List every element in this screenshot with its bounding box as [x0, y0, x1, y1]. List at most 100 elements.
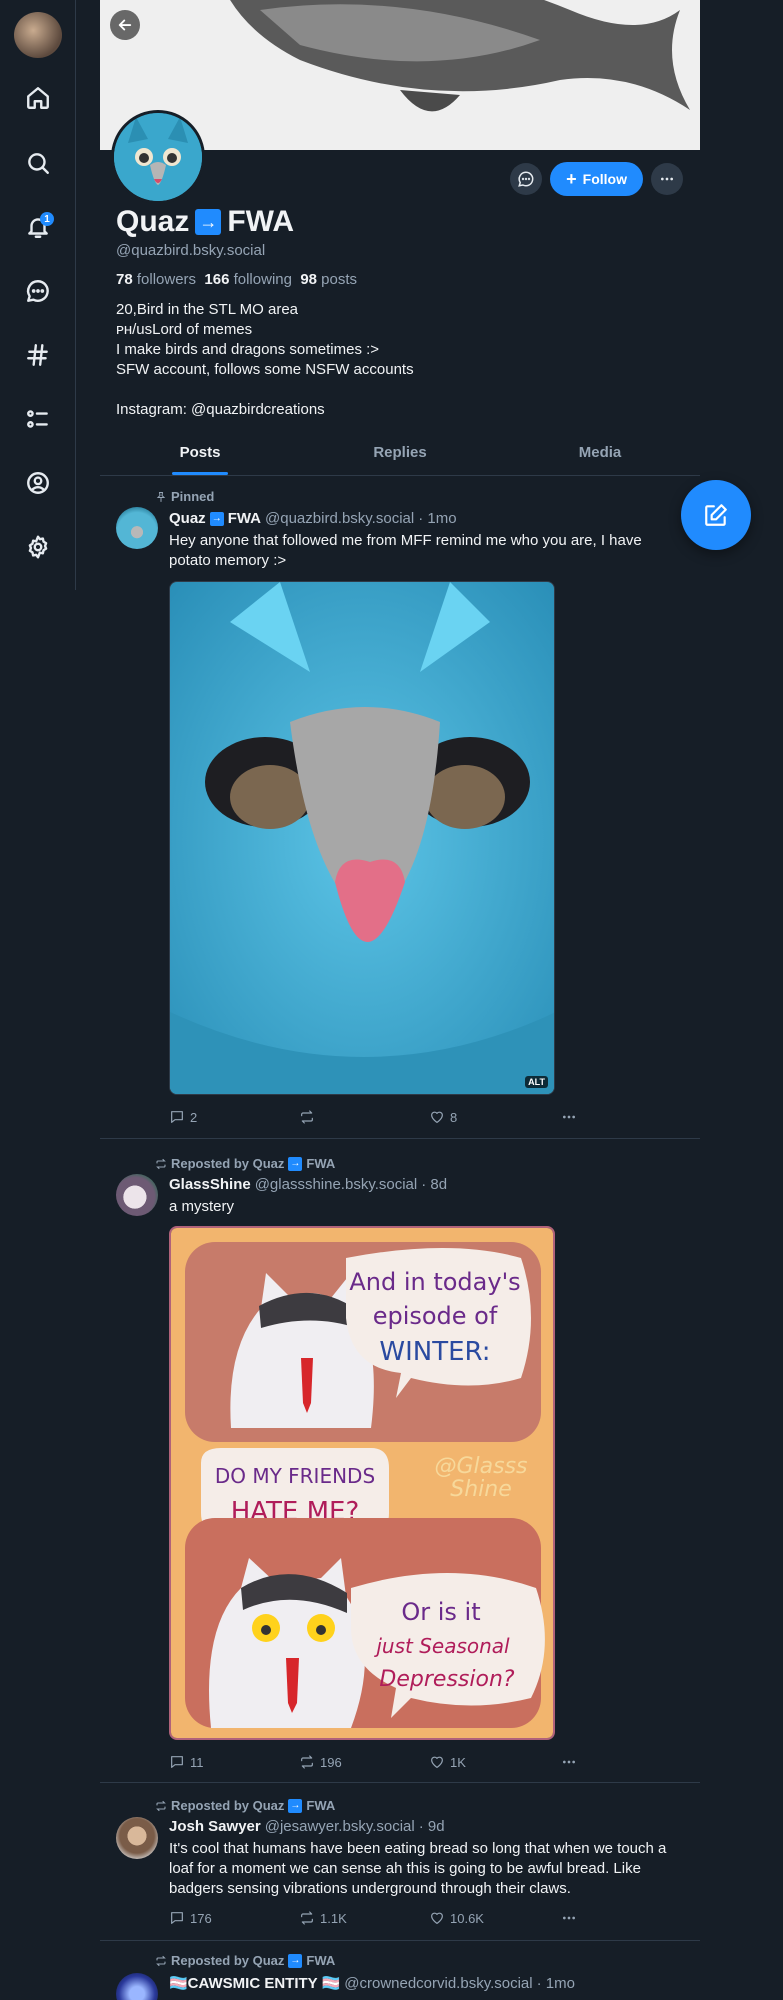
following-link[interactable]: 166 following: [204, 271, 292, 288]
following-count: 166: [204, 271, 230, 288]
post-avatar[interactable]: [116, 1174, 158, 1216]
comic-text-line: just Seasonal: [373, 1634, 510, 1658]
post-handle[interactable]: @crownedcorvid.bsky.social: [344, 1975, 532, 1992]
post-more-button[interactable]: [561, 1754, 577, 1770]
back-button[interactable]: [110, 10, 140, 40]
display-name: Quaz → FWA: [116, 204, 686, 240]
repost-label-tail: FWA: [306, 1953, 336, 1968]
post-controls: 2 8: [169, 1107, 589, 1127]
gear-icon: [28, 535, 48, 559]
post-image[interactable]: ALT: [169, 581, 555, 1095]
like-count: 1K: [450, 1754, 466, 1770]
reply-count: 2: [190, 1109, 198, 1125]
post-handle[interactable]: @jesawyer.bsky.social: [265, 1818, 415, 1835]
more-icon: [661, 177, 673, 181]
like-count: 10.6K: [450, 1910, 484, 1926]
post-time[interactable]: · 9d: [419, 1818, 445, 1835]
post-avatar[interactable]: [116, 507, 158, 549]
post-author[interactable]: GlassShine: [169, 1176, 251, 1193]
chat-nav[interactable]: [20, 273, 56, 309]
profile-stats: 78 followers 166 following 98 posts: [116, 271, 686, 288]
profile-avatar-image: [114, 113, 202, 201]
post-avatar[interactable]: [116, 1973, 158, 2000]
search-icon: [28, 153, 49, 174]
arrow-flag-icon: →: [195, 209, 222, 235]
bio-line-instagram[interactable]: Instagram: @quazbirdcreations: [116, 400, 686, 420]
reply-count: 176: [190, 1910, 212, 1926]
sidebar: 1: [0, 0, 76, 590]
pin-icon: [156, 491, 166, 502]
post-image[interactable]: And in today's episode of WINTER: DO MY …: [169, 1226, 555, 1740]
feed-post[interactable]: Reposted by Quaz → FWA Josh Sawyer @jesa…: [100, 1783, 700, 1941]
pinned-label: Pinned: [171, 489, 215, 504]
repost-count: 1.1K: [320, 1910, 347, 1926]
feed-post[interactable]: Reposted by Quaz → FWA 🏳️‍⚧️CAWSMIC ENTI…: [100, 1941, 700, 2000]
reply-button[interactable]: 2: [169, 1109, 197, 1125]
repost-indicator[interactable]: Reposted by Quaz → FWA: [155, 1156, 335, 1171]
message-button[interactable]: [510, 163, 543, 195]
tab-media[interactable]: Media: [500, 430, 700, 475]
feeds-nav[interactable]: [20, 337, 56, 373]
reply-icon: [171, 1756, 183, 1768]
current-user-avatar[interactable]: [14, 12, 62, 58]
tab-replies[interactable]: Replies: [300, 430, 500, 475]
alt-text-badge[interactable]: ALT: [525, 1076, 548, 1088]
notifications-nav[interactable]: 1: [20, 209, 56, 245]
comic-image: And in today's episode of WINTER: DO MY …: [171, 1228, 553, 1738]
repost-indicator[interactable]: Reposted by Quaz → FWA: [155, 1798, 335, 1813]
lists-nav[interactable]: [20, 401, 56, 437]
tab-posts[interactable]: Posts: [100, 430, 300, 475]
repost-button[interactable]: 1.1K: [299, 1910, 347, 1926]
repost-count: 196: [320, 1754, 342, 1770]
repost-button[interactable]: 196: [299, 1754, 342, 1770]
like-button[interactable]: 1K: [429, 1754, 466, 1770]
repost-button[interactable]: [299, 1109, 320, 1125]
repost-icon: [156, 1158, 166, 1169]
more-icon: [563, 1916, 575, 1920]
post-handle[interactable]: @glassshine.bsky.social: [255, 1176, 418, 1193]
comic-text-line: And in today's: [349, 1268, 520, 1296]
post-author[interactable]: Quaz: [169, 510, 206, 527]
home-nav[interactable]: [20, 80, 56, 116]
like-button[interactable]: 10.6K: [429, 1910, 484, 1926]
bio-line: I make birds and dragons sometimes :>: [116, 341, 380, 358]
chat-icon: [27, 280, 49, 302]
repost-indicator[interactable]: Reposted by Quaz → FWA: [155, 1953, 335, 1968]
feed-post[interactable]: Pinned Quaz → FWA @quazbird.bsky.social …: [100, 477, 700, 1139]
post-time[interactable]: · 1mo: [537, 1975, 575, 1992]
profile-avatar[interactable]: [111, 110, 205, 204]
back-arrow-icon: [118, 19, 132, 31]
settings-nav[interactable]: [20, 529, 56, 565]
repost-icon: [301, 1110, 313, 1124]
post-more-button[interactable]: [561, 1109, 577, 1125]
post-time[interactable]: · 1mo: [418, 510, 456, 527]
reply-icon: [171, 1111, 183, 1123]
repost-icon: [156, 1955, 166, 1966]
compose-button[interactable]: [681, 480, 751, 550]
reply-button[interactable]: 176: [169, 1910, 212, 1926]
followers-link[interactable]: 78 followers: [116, 271, 196, 288]
more-icon: [563, 1760, 575, 1764]
reply-button[interactable]: 11: [169, 1754, 204, 1770]
post-handle[interactable]: @quazbird.bsky.social: [265, 510, 414, 527]
like-button[interactable]: 8: [429, 1109, 457, 1125]
post-author[interactable]: 🏳️‍⚧️CAWSMIC ENTITY 🏳️‍⚧️: [169, 1974, 340, 1992]
post-time[interactable]: · 8d: [421, 1176, 447, 1193]
profile-nav[interactable]: [20, 465, 56, 501]
followers-label: followers: [136, 271, 197, 288]
post-avatar[interactable]: [116, 1817, 158, 1859]
comic-text-line: WINTER:: [379, 1337, 490, 1367]
profile-column: + Follow Quaz → FWA @quazbird.bsky.socia…: [100, 0, 700, 2000]
search-nav[interactable]: [20, 145, 56, 181]
comic-text-line: Depression?: [379, 1667, 514, 1692]
feed-post[interactable]: Reposted by Quaz → FWA GlassShine @glass…: [100, 1139, 700, 1783]
post-text: a mystery: [169, 1198, 235, 1215]
follow-button[interactable]: + Follow: [550, 162, 643, 196]
list-icon: [27, 410, 48, 428]
post-more-button[interactable]: [561, 1910, 577, 1926]
plus-icon: +: [566, 169, 577, 189]
comic-signature-line: @Glasss: [434, 1454, 527, 1479]
more-options-button[interactable]: [651, 163, 683, 195]
post-author[interactable]: Josh Sawyer: [169, 1818, 261, 1835]
follow-label: Follow: [582, 171, 627, 187]
